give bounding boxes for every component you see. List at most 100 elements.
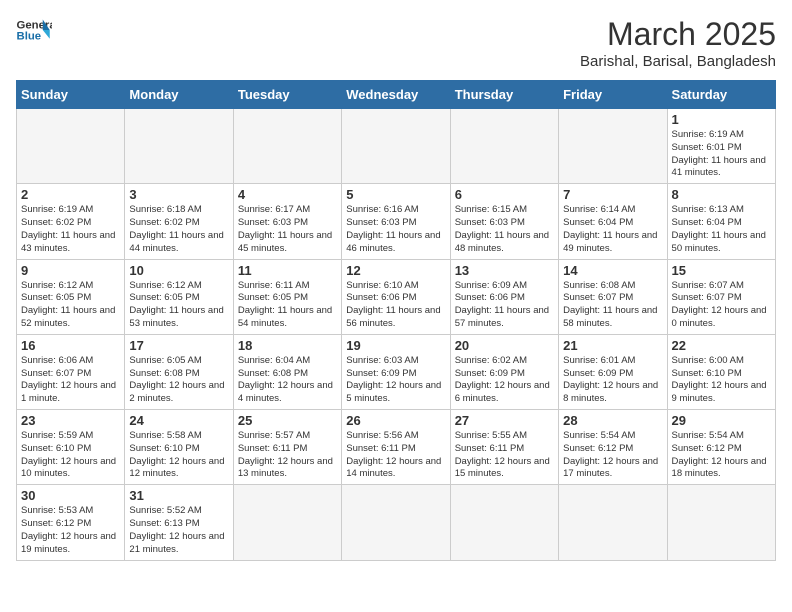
week-row-5: 30 Sunrise: 5:53 AM Sunset: 6:12 PM Dayli… [17,485,776,560]
day-info: Sunrise: 6:12 AM Sunset: 6:05 PM Dayligh… [21,280,120,331]
day-info: Sunrise: 6:04 AM Sunset: 6:08 PM Dayligh… [238,355,337,406]
day-info: Sunrise: 6:07 AM Sunset: 6:07 PM Dayligh… [672,280,771,331]
day-cell: 30 Sunrise: 5:53 AM Sunset: 6:12 PM Dayli… [17,485,125,560]
day-info: Sunrise: 6:17 AM Sunset: 6:03 PM Dayligh… [238,204,337,255]
day-info: Sunrise: 6:12 AM Sunset: 6:05 PM Dayligh… [129,280,228,331]
day-info: Sunrise: 6:03 AM Sunset: 6:09 PM Dayligh… [346,355,445,406]
day-cell: 28Sunrise: 5:54 AM Sunset: 6:12 PM Dayli… [559,410,667,485]
week-row-3: 16 Sunrise: 6:06 AM Sunset: 6:07 PM Dayli… [17,334,776,409]
day-cell [17,109,125,184]
day-cell [233,485,341,560]
title-section: March 2025 Barishal, Barisal, Bangladesh [580,16,776,70]
day-cell: 27 Sunrise: 5:55 AM Sunset: 6:11 PM Dayli… [450,410,558,485]
day-number: 5 [346,187,445,202]
day-info: Sunrise: 6:15 AM Sunset: 6:03 PM Dayligh… [455,204,554,255]
day-info: Sunrise: 6:06 AM Sunset: 6:07 PM Dayligh… [21,355,120,406]
day-info: Sunrise: 5:56 AM Sunset: 6:11 PM Dayligh… [346,430,445,481]
header-saturday: Saturday [667,81,775,109]
day-info: Sunrise: 6:02 AM Sunset: 6:09 PM Dayligh… [455,355,554,406]
month-title: March 2025 [580,16,776,53]
day-info: Sunrise: 6:08 AM Sunset: 6:07 PM Dayligh… [563,280,662,331]
day-cell: 19Sunrise: 6:03 AM Sunset: 6:09 PM Dayli… [342,334,450,409]
day-number: 12 [346,263,445,278]
day-number: 8 [672,187,771,202]
day-number: 11 [238,263,337,278]
day-cell: 23 Sunrise: 5:59 AM Sunset: 6:10 PM Dayli… [17,410,125,485]
day-number: 23 [21,413,120,428]
day-number: 6 [455,187,554,202]
week-row-1: 2 Sunrise: 6:19 AM Sunset: 6:02 PM Daylig… [17,184,776,259]
day-cell [559,485,667,560]
day-number: 21 [563,338,662,353]
day-number: 10 [129,263,228,278]
day-number: 2 [21,187,120,202]
day-cell: 20 Sunrise: 6:02 AM Sunset: 6:09 PM Dayli… [450,334,558,409]
day-number: 9 [21,263,120,278]
logo: General Blue [16,16,52,44]
day-number: 26 [346,413,445,428]
header-wednesday: Wednesday [342,81,450,109]
header-row: SundayMondayTuesdayWednesdayThursdayFrid… [17,81,776,109]
day-info: Sunrise: 6:19 AM Sunset: 6:01 PM Dayligh… [672,129,771,180]
week-row-0: 1 Sunrise: 6:19 AM Sunset: 6:01 PM Daylig… [17,109,776,184]
day-cell: 12Sunrise: 6:10 AM Sunset: 6:06 PM Dayli… [342,259,450,334]
day-cell: 26 Sunrise: 5:56 AM Sunset: 6:11 PM Dayli… [342,410,450,485]
day-number: 4 [238,187,337,202]
week-row-4: 23 Sunrise: 5:59 AM Sunset: 6:10 PM Dayli… [17,410,776,485]
day-number: 1 [672,112,771,127]
day-number: 14 [563,263,662,278]
day-cell: 16 Sunrise: 6:06 AM Sunset: 6:07 PM Dayli… [17,334,125,409]
day-cell: 15Sunrise: 6:07 AM Sunset: 6:07 PM Dayli… [667,259,775,334]
calendar-table: SundayMondayTuesdayWednesdayThursdayFrid… [16,80,776,561]
day-number: 27 [455,413,554,428]
day-cell: 5 Sunrise: 6:16 AM Sunset: 6:03 PM Daylig… [342,184,450,259]
day-cell [450,485,558,560]
day-cell: 31Sunrise: 5:52 AM Sunset: 6:13 PM Dayli… [125,485,233,560]
day-cell: 14 Sunrise: 6:08 AM Sunset: 6:07 PM Dayli… [559,259,667,334]
day-cell: 3Sunrise: 6:18 AM Sunset: 6:02 PM Daylig… [125,184,233,259]
day-info: Sunrise: 6:13 AM Sunset: 6:04 PM Dayligh… [672,204,771,255]
day-info: Sunrise: 6:01 AM Sunset: 6:09 PM Dayligh… [563,355,662,406]
day-cell: 4 Sunrise: 6:17 AM Sunset: 6:03 PM Daylig… [233,184,341,259]
day-number: 29 [672,413,771,428]
day-cell: 6 Sunrise: 6:15 AM Sunset: 6:03 PM Daylig… [450,184,558,259]
logo-icon: General Blue [16,16,52,44]
header-friday: Friday [559,81,667,109]
day-cell: 10 Sunrise: 6:12 AM Sunset: 6:05 PM Dayli… [125,259,233,334]
day-cell: 13Sunrise: 6:09 AM Sunset: 6:06 PM Dayli… [450,259,558,334]
day-info: Sunrise: 5:58 AM Sunset: 6:10 PM Dayligh… [129,430,228,481]
day-info: Sunrise: 6:16 AM Sunset: 6:03 PM Dayligh… [346,204,445,255]
day-cell [559,109,667,184]
day-cell: 7 Sunrise: 6:14 AM Sunset: 6:04 PM Daylig… [559,184,667,259]
day-number: 22 [672,338,771,353]
day-cell [125,109,233,184]
day-info: Sunrise: 5:55 AM Sunset: 6:11 PM Dayligh… [455,430,554,481]
day-number: 17 [129,338,228,353]
day-cell: 2 Sunrise: 6:19 AM Sunset: 6:02 PM Daylig… [17,184,125,259]
svg-text:Blue: Blue [17,31,42,43]
day-cell [233,109,341,184]
day-number: 31 [129,488,228,503]
day-info: Sunrise: 5:53 AM Sunset: 6:12 PM Dayligh… [21,505,120,556]
header-tuesday: Tuesday [233,81,341,109]
day-info: Sunrise: 5:57 AM Sunset: 6:11 PM Dayligh… [238,430,337,481]
day-cell: 8 Sunrise: 6:13 AM Sunset: 6:04 PM Daylig… [667,184,775,259]
day-cell [342,485,450,560]
day-info: Sunrise: 5:54 AM Sunset: 6:12 PM Dayligh… [563,430,662,481]
day-info: Sunrise: 6:11 AM Sunset: 6:05 PM Dayligh… [238,280,337,331]
day-number: 7 [563,187,662,202]
day-info: Sunrise: 6:19 AM Sunset: 6:02 PM Dayligh… [21,204,120,255]
day-info: Sunrise: 6:18 AM Sunset: 6:02 PM Dayligh… [129,204,228,255]
day-info: Sunrise: 6:14 AM Sunset: 6:04 PM Dayligh… [563,204,662,255]
day-info: Sunrise: 6:00 AM Sunset: 6:10 PM Dayligh… [672,355,771,406]
day-number: 20 [455,338,554,353]
day-cell: 29 Sunrise: 5:54 AM Sunset: 6:12 PM Dayli… [667,410,775,485]
header-sunday: Sunday [17,81,125,109]
day-info: Sunrise: 6:09 AM Sunset: 6:06 PM Dayligh… [455,280,554,331]
day-cell: 11 Sunrise: 6:11 AM Sunset: 6:05 PM Dayli… [233,259,341,334]
day-info: Sunrise: 5:59 AM Sunset: 6:10 PM Dayligh… [21,430,120,481]
day-number: 16 [21,338,120,353]
day-number: 30 [21,488,120,503]
header-monday: Monday [125,81,233,109]
day-info: Sunrise: 5:54 AM Sunset: 6:12 PM Dayligh… [672,430,771,481]
